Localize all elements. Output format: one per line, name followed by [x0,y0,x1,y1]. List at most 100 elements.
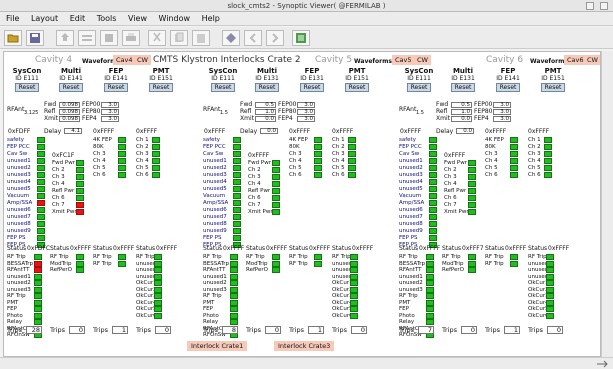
menu-help[interactable]: Help [202,14,220,23]
vertical-scrollbar[interactable] [601,51,613,357]
toolbar [0,27,613,49]
rf-row-field[interactable]: 1.0 [451,109,472,115]
delay-field[interactable]: 0.0 [456,128,474,134]
reset-button[interactable]: Reset [103,83,129,92]
scroll-handle-icon [597,360,608,368]
back-button[interactable] [244,30,262,46]
reset-button[interactable]: Reset [58,83,84,92]
status-label: unused1 [7,273,31,280]
reset-button[interactable]: Reset [344,83,370,92]
fep-row-field[interactable]: 3.0 [101,116,119,122]
interlock-label: FEP PS [399,235,418,241]
fep-row-field[interactable]: 3.0 [493,109,511,115]
rf-row-field[interactable]: 0.5 [255,102,276,108]
status-word: Status [528,245,548,252]
reset-button[interactable]: Reset [299,83,325,92]
trips-field[interactable]: 7 [418,326,434,334]
status-label: Photo [203,312,219,319]
status-led [37,172,45,178]
trips-field[interactable]: 0 [351,326,367,334]
fep-label: Ch 4 [93,158,106,164]
interlock-label: unused5 [203,186,227,192]
trips-field[interactable]: 0 [461,326,477,334]
reset-button[interactable]: Reset [210,83,236,92]
ch-label: Ch 3 [332,151,345,157]
fep-row-field[interactable]: 3.0 [297,102,315,108]
rf-ant-value: 3.125 [24,110,39,116]
rf-row-field[interactable]: 0.098 [59,116,80,122]
forward-button[interactable] [266,30,284,46]
trips-field[interactable]: 0 [265,326,281,334]
upload-button[interactable] [56,30,74,46]
align-button[interactable] [78,30,96,46]
trips-field[interactable]: 28 [26,326,42,334]
viewer-button[interactable] [292,30,310,46]
fep-row-field[interactable]: 3.0 [101,102,119,108]
fwd-label: Xmit Pwr [248,209,273,215]
rf-row-field[interactable]: 0.0 [451,116,472,122]
fep-row-field[interactable]: 3.0 [493,116,511,122]
delay-field[interactable]: 4.1 [64,128,82,134]
trips-field[interactable]: 0 [69,326,85,334]
reset-button[interactable]: Reset [495,83,521,92]
rf-row-field[interactable]: 0.098 [59,102,80,108]
print-button[interactable] [122,30,140,46]
rf-row-field[interactable]: 0.098 [59,109,80,115]
menu-tools[interactable]: Tools [97,14,117,23]
trips-field[interactable]: 0 [547,326,563,334]
menu-view[interactable]: View [128,14,147,23]
trips-label: Trips [203,326,219,334]
reset-button[interactable]: Reset [254,83,280,92]
module-column: PMT ID E151 Reset [338,67,376,92]
reset-button[interactable]: Reset [14,83,40,92]
status-label: RF Trip [332,254,351,260]
trips-field[interactable]: 0 [155,326,171,334]
fep-row-field[interactable]: 3.0 [297,116,315,122]
rf-row-field[interactable]: 1.0 [255,109,276,115]
menu-window[interactable]: Window [159,14,191,23]
trips-field[interactable]: 1 [504,326,520,334]
rf-row-field[interactable]: 0.5 [451,102,472,108]
reset-button[interactable]: Reset [148,83,174,92]
status-led [314,158,322,164]
reset-button[interactable]: Reset [540,83,566,92]
horizontal-scrollbar[interactable] [0,357,613,369]
stack-button[interactable] [100,30,118,46]
reset-button[interactable]: Reset [450,83,476,92]
interlock-crate1-button[interactable]: Interlock Crate1 [187,341,248,351]
fwd-label: Refl Pwr [52,188,75,194]
copy-button[interactable] [170,30,188,46]
fwd-label: Ch 6 [444,195,457,201]
status-led [314,172,322,178]
minimize-button[interactable] [586,2,594,10]
menu-edit[interactable]: Edit [70,14,86,23]
fep-label: 4K FEP [289,137,308,143]
interlock-crate3-button[interactable]: Interlock Crate3 [274,341,335,351]
status-led [152,137,160,143]
status-word: Status [332,245,352,252]
reset-button[interactable]: Reset [406,83,432,92]
fep-row-field[interactable]: 3.0 [297,109,315,115]
fwd-label: Ch 4 [248,181,261,187]
status-label: BESSATrp [203,260,229,267]
fep-row-field[interactable]: 3.0 [101,109,119,115]
status-led [348,137,356,143]
trips-field[interactable]: 8 [222,326,238,334]
refresh-button[interactable] [222,30,240,46]
open-button[interactable] [4,30,22,46]
delay-field[interactable]: 0.0 [260,128,278,134]
rf-row-field[interactable]: 0.0 [255,116,276,122]
save-button[interactable] [26,30,44,46]
fep-row-field[interactable]: 3.0 [493,102,511,108]
menu-file[interactable]: File [6,14,19,23]
trips-field[interactable]: 1 [308,326,324,334]
paste-button[interactable] [192,30,210,46]
cut-button[interactable] [148,30,166,46]
ch-label: Ch 3 [528,151,541,157]
trips-field[interactable]: 1 [112,326,128,334]
close-button[interactable] [600,2,608,10]
status-word: Status [50,245,70,252]
interlock-label: unused3 [7,172,31,178]
menu-layout[interactable]: Layout [31,14,58,23]
status-label: unused3 [203,286,227,293]
